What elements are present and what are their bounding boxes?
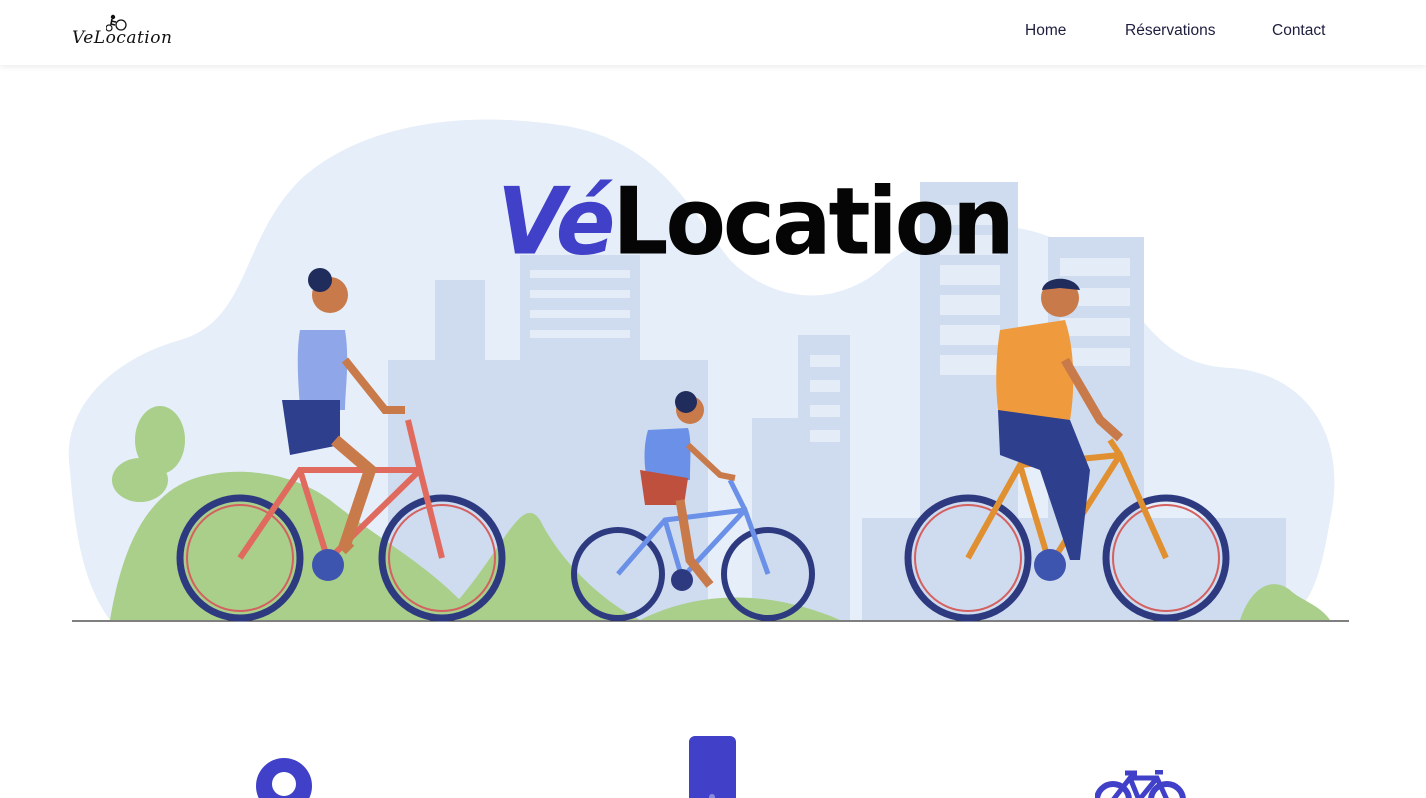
- bicycle-icon: [1095, 770, 1186, 798]
- nav-reservations[interactable]: Réservations: [1125, 22, 1215, 40]
- nav-home[interactable]: Home: [1025, 22, 1066, 40]
- hero-title: VéLocation: [497, 175, 1015, 268]
- logo-text: VeLocation: [72, 28, 173, 48]
- location-pin-icon: [256, 758, 312, 798]
- nav-contact[interactable]: Contact: [1272, 22, 1325, 40]
- features-strip: [0, 700, 1426, 798]
- smartphone-icon: [689, 736, 736, 798]
- logo[interactable]: VeLocation: [72, 14, 172, 50]
- family-cycling-illustration: [68, 119, 1349, 622]
- hero-section: VéLocation: [0, 66, 1426, 636]
- hero-title-accent: Vé: [497, 167, 615, 276]
- site-header: VeLocation Home Réservations Contact: [0, 0, 1426, 65]
- hero-title-main: Location: [612, 167, 1014, 276]
